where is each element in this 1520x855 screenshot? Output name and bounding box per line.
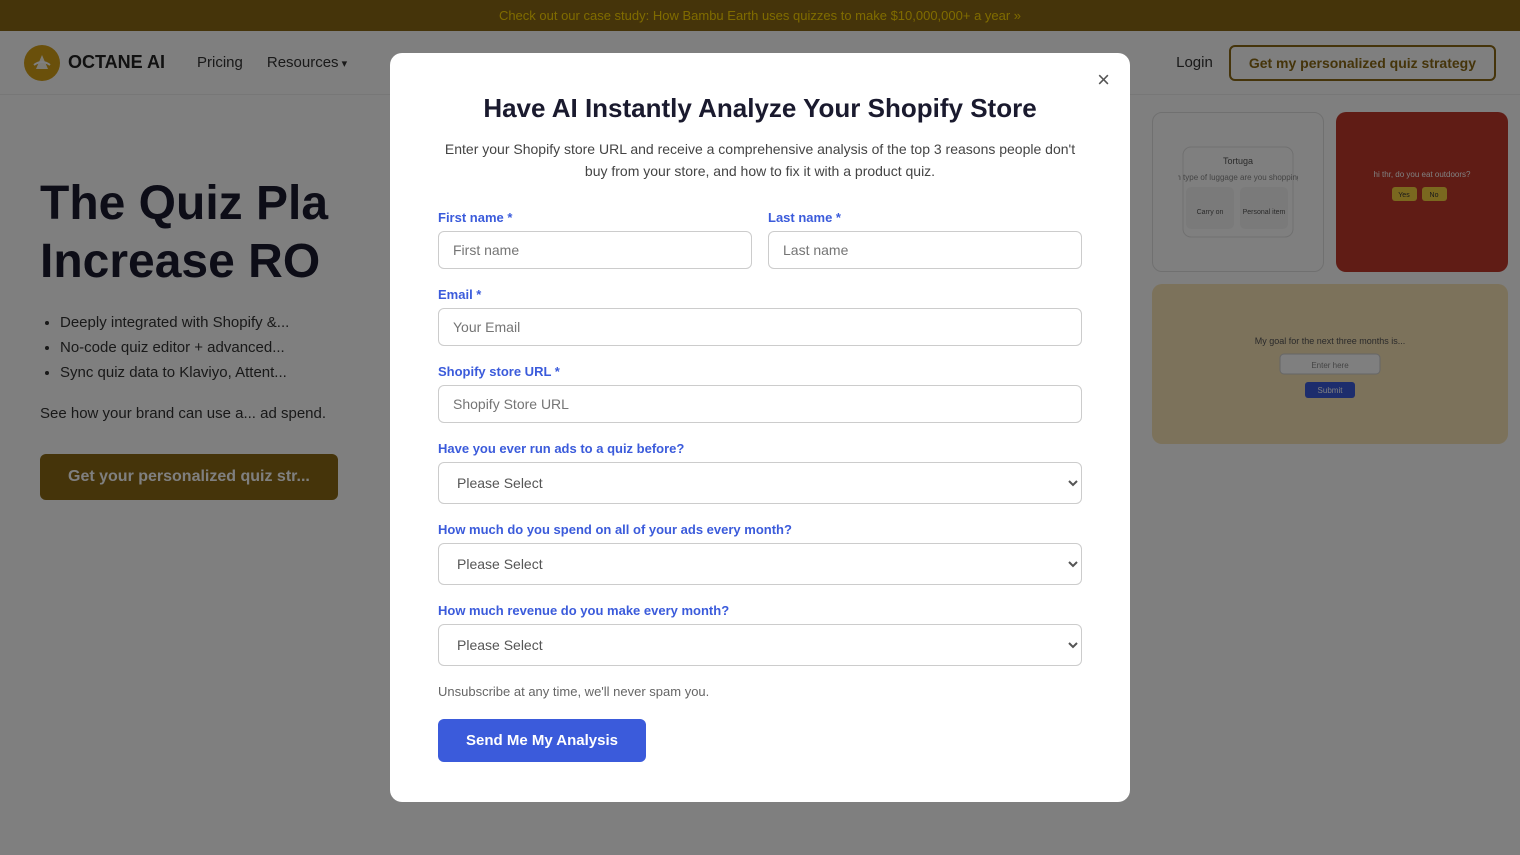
name-row: First name * Last name * <box>438 210 1082 269</box>
monthly-spend-label: How much do you spend on all of your ads… <box>438 522 1082 537</box>
monthly-spend-group: How much do you spend on all of your ads… <box>438 522 1082 585</box>
modal-dialog: × Have AI Instantly Analyze Your Shopify… <box>390 53 1130 803</box>
modal-overlay[interactable]: × Have AI Instantly Analyze Your Shopify… <box>0 0 1520 855</box>
ads-quiz-select[interactable]: Please Select Yes No <box>438 462 1082 504</box>
last-name-group: Last name * <box>768 210 1082 269</box>
modal-description: Enter your Shopify store URL and receive… <box>438 138 1082 183</box>
shopify-url-row: Shopify store URL * <box>438 364 1082 423</box>
unsubscribe-notice: Unsubscribe at any time, we'll never spa… <box>438 684 1082 699</box>
last-name-input[interactable] <box>768 231 1082 269</box>
monthly-spend-select[interactable]: Please Select Less than $1,000 $1,000 - … <box>438 543 1082 585</box>
monthly-revenue-select[interactable]: Please Select Less than $10K $10K - $50K… <box>438 624 1082 666</box>
first-name-input[interactable] <box>438 231 752 269</box>
ads-quiz-group: Have you ever run ads to a quiz before? … <box>438 441 1082 504</box>
monthly-revenue-label: How much revenue do you make every month… <box>438 603 1082 618</box>
first-name-group: First name * <box>438 210 752 269</box>
monthly-revenue-row: How much revenue do you make every month… <box>438 603 1082 666</box>
monthly-revenue-group: How much revenue do you make every month… <box>438 603 1082 666</box>
modal-title: Have AI Instantly Analyze Your Shopify S… <box>438 93 1082 124</box>
email-label: Email * <box>438 287 1082 302</box>
modal-close-button[interactable]: × <box>1097 69 1110 91</box>
ads-quiz-label: Have you ever run ads to a quiz before? <box>438 441 1082 456</box>
email-group: Email * <box>438 287 1082 346</box>
shopify-url-label: Shopify store URL * <box>438 364 1082 379</box>
ads-quiz-row: Have you ever run ads to a quiz before? … <box>438 441 1082 504</box>
submit-button[interactable]: Send Me My Analysis <box>438 719 646 762</box>
shopify-url-group: Shopify store URL * <box>438 364 1082 423</box>
analysis-form: First name * Last name * Email * Shopif <box>438 210 1082 762</box>
shopify-url-input[interactable] <box>438 385 1082 423</box>
email-row: Email * <box>438 287 1082 346</box>
last-name-label: Last name * <box>768 210 1082 225</box>
monthly-spend-row: How much do you spend on all of your ads… <box>438 522 1082 585</box>
email-input[interactable] <box>438 308 1082 346</box>
first-name-label: First name * <box>438 210 752 225</box>
